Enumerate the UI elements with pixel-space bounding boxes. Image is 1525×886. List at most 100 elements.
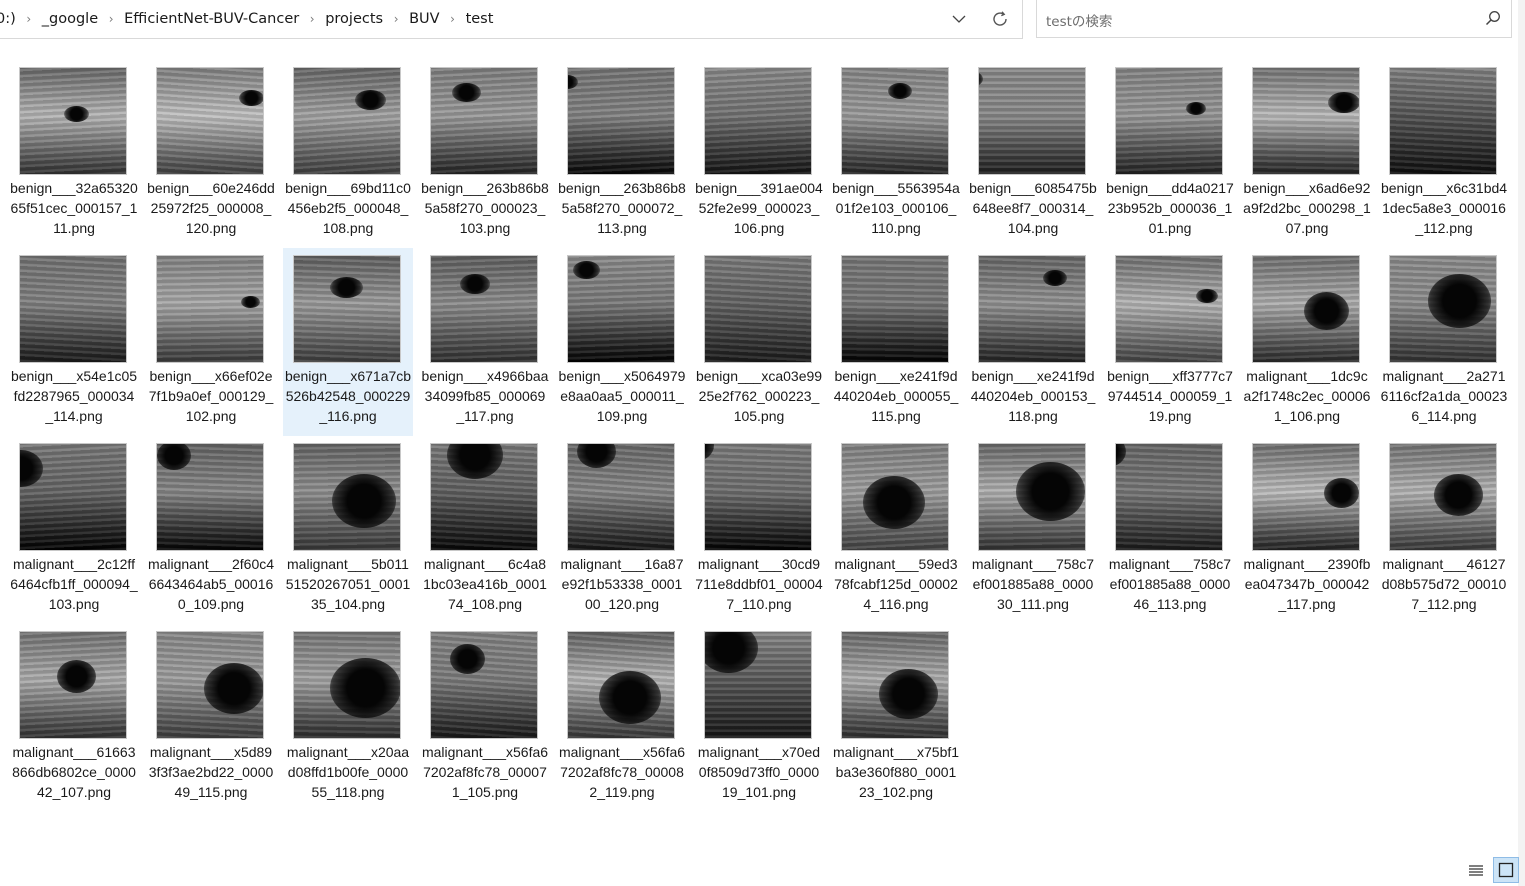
file-item[interactable]: benign___5563954a01f2e103_000106_110.png	[831, 60, 961, 248]
file-item[interactable]: malignant___2390fbea047347b_000042_117.p…	[1242, 436, 1372, 624]
file-name: benign___x5064979e8aa0aa5_000011_109.png	[558, 368, 686, 424]
lesion-shape	[332, 474, 396, 528]
file-item[interactable]: malignant___758c7ef001885a88_000046_113.…	[1105, 436, 1235, 624]
chevron-down-icon	[952, 15, 966, 23]
file-item[interactable]: malignant___6c4a81bc03ea416b_000174_108.…	[420, 436, 550, 624]
lesion-shape	[450, 644, 485, 674]
file-item[interactable]: benign___x671a7cb526b42548_000229_116.pn…	[283, 248, 413, 436]
search-icon[interactable]	[1485, 10, 1501, 26]
breadcrumb-projects[interactable]: projects	[317, 11, 391, 27]
file-item[interactable]: benign___xe241f9d440204eb_000055_115.png	[831, 248, 961, 436]
file-item[interactable]: malignant___1dc9ca2f1748c2ec_000061_106.…	[1242, 248, 1372, 436]
file-item[interactable]: benign___x6c31bd41dec5a8e3_000016_112.pn…	[1379, 60, 1509, 248]
file-name: benign___32a6532065f51cec_000157_111.png	[10, 180, 138, 236]
file-item[interactable]: benign___x4966baa34099fb85_000069_117.pn…	[420, 248, 550, 436]
file-item[interactable]: malignant___61663866db6802ce_000042_107.…	[9, 624, 139, 812]
file-item[interactable]: benign___263b86b85a58f270_000023_103.png	[420, 60, 550, 248]
file-name: benign___xca03e9925e2f762_000223_105.png	[695, 368, 823, 424]
refresh-button[interactable]	[985, 4, 1015, 34]
refresh-icon	[993, 11, 1007, 26]
chevron-right-icon[interactable]: ›	[24, 12, 34, 26]
lesion-shape	[157, 444, 191, 470]
file-item[interactable]: benign___263b86b85a58f270_000072_113.png	[557, 60, 687, 248]
file-item[interactable]: malignant___30cd9711e8ddbf01_000047_110.…	[694, 436, 824, 624]
lesion-shape	[705, 632, 758, 673]
ultrasound-thumbnail	[1252, 255, 1360, 363]
chevron-right-icon[interactable]: ›	[307, 12, 317, 26]
file-item[interactable]: benign___60e246dd25972f25_000008_120.png	[146, 60, 276, 248]
lesion-shape	[452, 83, 481, 102]
details-view-button[interactable]	[1465, 860, 1487, 882]
file-item[interactable]: benign___391ae00452fe2e99_000023_106.png	[694, 60, 824, 248]
file-item[interactable]: malignant___2a2716116cf2a1da_000236_114.…	[1379, 248, 1509, 436]
breadcrumb-efficientnet[interactable]: EfficientNet-BUV-Cancer	[116, 11, 307, 27]
file-name: benign___xe241f9d440204eb_000153_118.png	[970, 368, 1096, 424]
file-name: malignant___30cd9711e8ddbf01_000047_110.…	[695, 556, 823, 612]
chevron-right-icon[interactable]: ›	[448, 12, 458, 26]
file-item[interactable]: malignant___x56fa67202af8fc78_000082_119…	[557, 624, 687, 812]
file-item[interactable]: malignant___x75bf1ba3e360f880_000123_102…	[831, 624, 961, 812]
chevron-right-icon[interactable]: ›	[391, 12, 401, 26]
lesion-shape	[1304, 292, 1349, 330]
ultrasound-thumbnail	[978, 443, 1086, 551]
file-item[interactable]: malignant___59ed378fcabf125d_000024_116.…	[831, 436, 961, 624]
ultrasound-thumbnail	[430, 255, 538, 363]
breadcrumb-buv[interactable]: BUV	[401, 11, 447, 27]
file-item[interactable]: malignant___16a87e92f1b53338_000100_120.…	[557, 436, 687, 624]
file-item[interactable]: benign___32a6532065f51cec_000157_111.png	[9, 60, 139, 248]
ultrasound-thumbnail	[567, 631, 675, 739]
file-item[interactable]: malignant___x5d893f3f3ae2bd22_000049_115…	[146, 624, 276, 812]
breadcrumb-test[interactable]: test	[458, 11, 502, 27]
ultrasound-thumbnail	[430, 631, 538, 739]
lesion-shape	[1016, 462, 1085, 521]
file-name: malignant___758c7ef001885a88_000030_111.…	[971, 556, 1095, 612]
breadcrumb-drive[interactable]: 0:)	[0, 11, 24, 27]
file-item[interactable]: benign___x54e1c05fd2287965_000034_114.pn…	[9, 248, 139, 436]
file-item[interactable]: malignant___x56fa67202af8fc78_000071_105…	[420, 624, 550, 812]
lesion-shape	[20, 450, 43, 487]
ultrasound-thumbnail	[293, 255, 401, 363]
ultrasound-thumbnail	[841, 443, 949, 551]
file-item[interactable]: benign___69bd11c0456eb2f5_000048_108.png	[283, 60, 413, 248]
file-item[interactable]: malignant___5b01151520267051_000135_104.…	[283, 436, 413, 624]
file-item[interactable]: benign___6085475b648ee8f7_000314_104.png	[968, 60, 1098, 248]
file-item[interactable]: malignant___46127d08b575d72_000107_112.p…	[1379, 436, 1509, 624]
file-name: benign___6085475b648ee8f7_000314_104.png	[969, 180, 1097, 236]
lesion-shape	[57, 660, 96, 693]
file-item[interactable]: benign___x5064979e8aa0aa5_000011_109.png	[557, 248, 687, 436]
file-item[interactable]: benign___xca03e9925e2f762_000223_105.png	[694, 248, 824, 436]
file-item[interactable]: malignant___x70ed0f8509d73ff0_000019_101…	[694, 624, 824, 812]
address-dropdown-button[interactable]	[944, 4, 974, 34]
file-item[interactable]: malignant___2f60c46643464ab5_000160_109.…	[146, 436, 276, 624]
file-item[interactable]: malignant___x20aad08ffd1b00fe_000055_118…	[283, 624, 413, 812]
large-icons-view-button[interactable]	[1493, 857, 1519, 883]
lesion-shape	[1196, 289, 1218, 303]
search-placeholder[interactable]: testの検索	[1046, 10, 1112, 30]
ultrasound-thumbnail	[1252, 443, 1360, 551]
breadcrumb-google[interactable]: _google	[34, 11, 106, 27]
vertical-scrollbar[interactable]	[1518, 0, 1525, 886]
lesion-shape	[460, 274, 490, 294]
chevron-right-icon[interactable]: ›	[106, 12, 116, 26]
search-box[interactable]: testの検索	[1036, 0, 1512, 38]
ultrasound-thumbnail	[1389, 255, 1497, 363]
file-item[interactable]: benign___x6ad6e92a9f2d2bc_000298_107.png	[1242, 60, 1372, 248]
lesion-shape	[862, 255, 884, 256]
ultrasound-thumbnail	[19, 631, 127, 739]
file-name: malignant___16a87e92f1b53338_000100_120.…	[560, 556, 684, 612]
file-name: benign___x6ad6e92a9f2d2bc_000298_107.png	[1243, 180, 1371, 236]
file-name: malignant___46127d08b575d72_000107_112.p…	[1381, 556, 1507, 612]
file-name: malignant___2390fbea047347b_000042_117.p…	[1243, 556, 1371, 612]
lesion-shape	[355, 90, 386, 110]
file-item[interactable]: benign___x66ef02e7f1b9a0ef_000129_102.pn…	[146, 248, 276, 436]
lesion-shape	[577, 444, 616, 468]
file-item[interactable]: malignant___2c12ff6464cfb1ff_000094_103.…	[9, 436, 139, 624]
file-name: malignant___59ed378fcabf125d_000024_116.…	[834, 556, 958, 612]
file-item[interactable]: benign___xff3777c79744514_000059_119.png	[1105, 248, 1235, 436]
file-item[interactable]: benign___dd4a021723b952b_000036_101.png	[1105, 60, 1235, 248]
file-item[interactable]: benign___xe241f9d440204eb_000153_118.png	[968, 248, 1098, 436]
ultrasound-thumbnail	[841, 255, 949, 363]
file-item[interactable]: malignant___758c7ef001885a88_000030_111.…	[968, 436, 1098, 624]
address-bar[interactable]: 0:) › _google › EfficientNet-BUV-Cancer …	[0, 0, 1023, 39]
ultrasound-thumbnail	[1252, 67, 1360, 175]
